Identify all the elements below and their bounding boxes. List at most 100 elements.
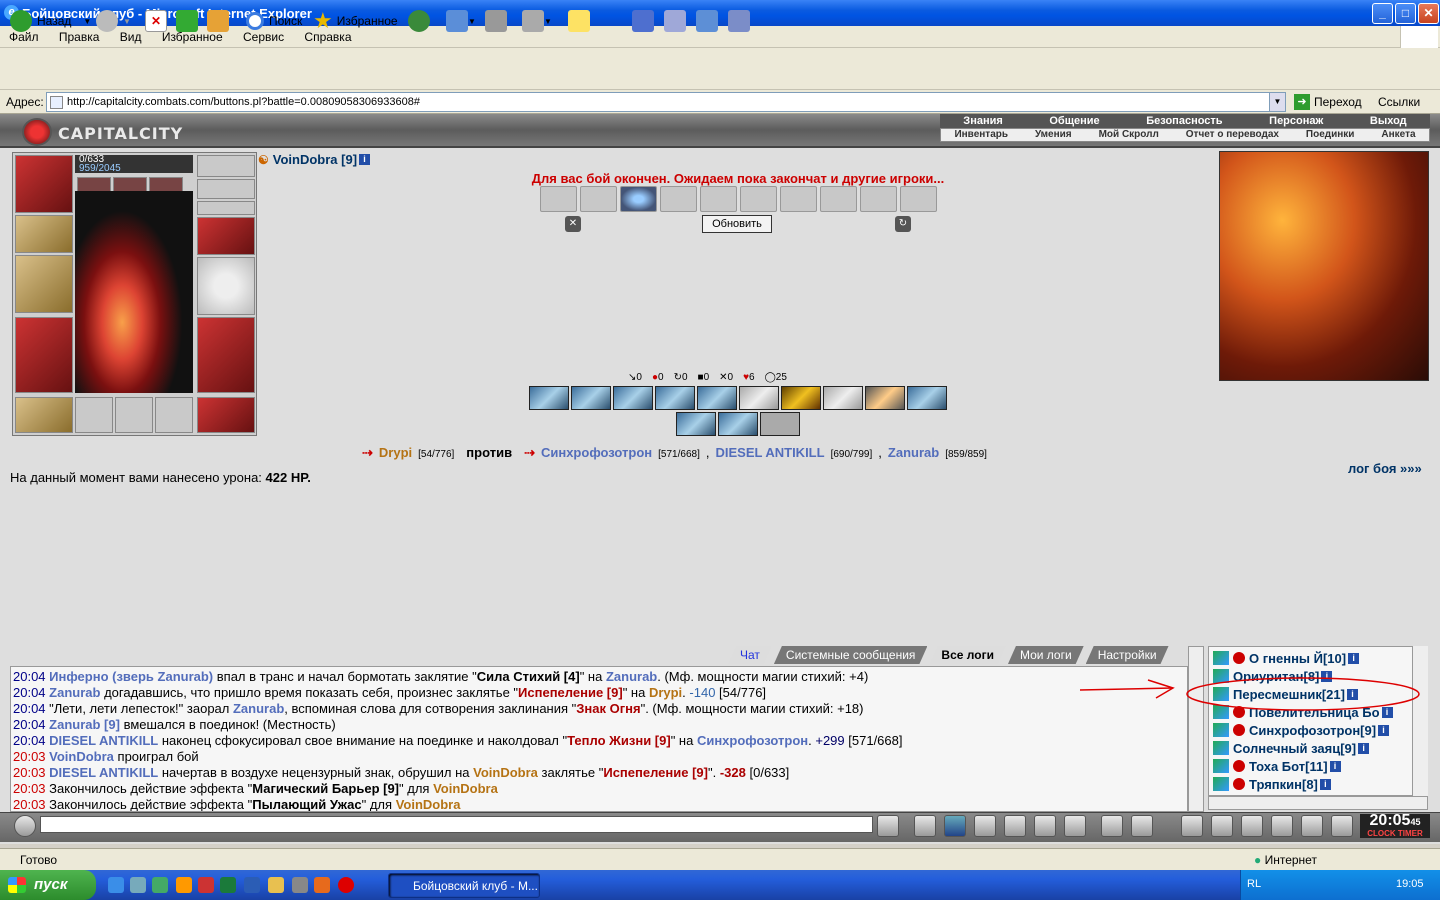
quicklaunch-opera-icon[interactable] <box>338 877 354 893</box>
nav-profile[interactable]: Анкета <box>1381 129 1415 141</box>
user-list-item[interactable]: Тряпкин[8] i <box>1213 775 1331 793</box>
info-icon[interactable]: i <box>1358 742 1370 754</box>
chat-player-name[interactable]: Drypi <box>649 685 682 700</box>
taskbar-item-fightclub[interactable]: Бойцовский клуб - M... <box>388 873 540 898</box>
exit-button[interactable] <box>1331 815 1353 837</box>
back-button[interactable]: Назад ▼ <box>10 9 91 33</box>
quicklaunch-icon-3[interactable] <box>152 877 168 893</box>
skill-3[interactable] <box>613 386 653 410</box>
quicklaunch-icon-4[interactable] <box>176 877 192 893</box>
search-button[interactable]: Поиск <box>246 9 302 33</box>
chat-option-button-2[interactable] <box>1004 815 1026 837</box>
nav-my-scroll[interactable]: Мой Скролл <box>1099 129 1159 141</box>
minimize-button[interactable]: _ <box>1372 3 1393 24</box>
skill-2[interactable] <box>571 386 611 410</box>
quicklaunch-excel-icon[interactable] <box>220 877 236 893</box>
history-button[interactable] <box>408 9 435 33</box>
info-icon[interactable]: i <box>1319 778 1331 790</box>
boots-slot[interactable] <box>197 397 255 433</box>
tool1-button[interactable] <box>632 9 654 33</box>
go-button[interactable]: ➜ Переход <box>1294 94 1362 110</box>
skill-5[interactable] <box>697 386 737 410</box>
chat-option-button-1[interactable] <box>974 815 996 837</box>
chat-option-button-5[interactable] <box>1131 815 1153 837</box>
private-message-icon[interactable] <box>1213 741 1229 755</box>
skill-8[interactable] <box>823 386 863 410</box>
info-icon[interactable]: i <box>359 154 371 165</box>
chat-player-name[interactable]: Zanurab [9] <box>49 717 120 732</box>
tab-settings[interactable]: Настройки <box>1086 646 1169 664</box>
links-button[interactable]: Ссылки <box>1378 95 1420 109</box>
tool2-button[interactable] <box>664 9 686 33</box>
filter-button[interactable] <box>944 815 966 837</box>
right-fighter-name[interactable]: Zanurab <box>888 445 939 460</box>
smiley-button[interactable] <box>1101 815 1123 837</box>
bracer-slot[interactable] <box>15 215 73 253</box>
user-list-hscrollbar[interactable] <box>1208 796 1428 810</box>
maximize-button[interactable]: □ <box>1395 3 1416 24</box>
private-message-icon[interactable] <box>1213 759 1229 773</box>
skill-7[interactable] <box>781 386 821 410</box>
tab-chat[interactable]: Чат <box>728 646 772 664</box>
quicklaunch-icon-9[interactable] <box>292 877 308 893</box>
battle-log-link[interactable]: лог боя »»» <box>1348 461 1422 476</box>
skill-4[interactable] <box>655 386 695 410</box>
quicklaunch-ie-icon[interactable] <box>108 877 124 893</box>
quicklaunch-icon-2[interactable] <box>130 877 146 893</box>
private-message-icon[interactable] <box>1213 651 1229 665</box>
earring-slot[interactable] <box>197 155 255 177</box>
quicklaunch-icon-8[interactable] <box>268 877 284 893</box>
shield-slot[interactable] <box>197 257 255 315</box>
language-indicator[interactable]: RL <box>1247 878 1261 890</box>
belt-slot[interactable] <box>15 397 73 433</box>
tab-system-messages[interactable]: Системные сообщения <box>774 646 928 664</box>
info-icon[interactable]: i <box>1378 724 1390 736</box>
notes-button[interactable] <box>568 9 590 33</box>
user-list-scrollbar[interactable] <box>1412 646 1428 796</box>
nav-transfers-report[interactable]: Отчет о переводах <box>1186 129 1279 141</box>
private-message-icon[interactable] <box>1213 777 1229 791</box>
start-button[interactable]: пуск <box>0 870 96 900</box>
nav-security[interactable]: Безопасность <box>1146 114 1222 128</box>
skill-10[interactable] <box>907 386 947 410</box>
address-input[interactable]: http://capitalcity.combats.com/buttons.p… <box>46 92 1286 112</box>
private-message-icon[interactable] <box>1213 723 1229 737</box>
chat-player-name[interactable]: Синхрофозотрон <box>697 733 808 748</box>
tool3-button[interactable] <box>696 9 718 33</box>
address-dropdown-icon[interactable]: ▼ <box>1269 93 1285 111</box>
edit-button[interactable]: ▼ <box>522 9 552 33</box>
chat-mode-icon[interactable] <box>14 815 36 837</box>
chat-player-name[interactable]: VoinDobra <box>49 749 114 764</box>
nav-exit[interactable]: Выход <box>1370 114 1407 128</box>
rings-slot[interactable] <box>197 201 255 215</box>
skill-1[interactable] <box>529 386 569 410</box>
player-name[interactable]: ☯ VoinDobra [9] i <box>258 152 371 167</box>
chat-player-name[interactable]: VoinDobra <box>473 765 538 780</box>
stop-button[interactable]: ✕ <box>145 9 167 33</box>
user-list-item[interactable]: Синхрофозотрон[9] i <box>1213 721 1390 739</box>
nav-communication[interactable]: Общение <box>1049 114 1099 128</box>
rune-slot-2[interactable] <box>115 397 153 433</box>
legs-slot[interactable] <box>197 317 255 393</box>
nav-skills[interactable]: Умения <box>1035 129 1072 141</box>
action-button-5[interactable] <box>1301 815 1323 837</box>
right-fighter-name[interactable]: Синхрофозотрон <box>541 445 652 460</box>
chat-player-name[interactable]: DIESEL ANTIKILL <box>49 765 158 780</box>
tab-all-logs[interactable]: Все логи <box>929 646 1006 664</box>
refresh-button[interactable] <box>176 9 198 33</box>
action-button-2[interactable] <box>1211 815 1233 837</box>
skill-9[interactable] <box>865 386 905 410</box>
gloves-slot[interactable] <box>197 217 255 255</box>
nav-character[interactable]: Персонаж <box>1269 114 1323 128</box>
chat-player-name[interactable]: Инферно (зверь Zanurab) <box>49 669 213 684</box>
chat-player-name[interactable]: Zanurab <box>233 701 284 716</box>
tab-my-logs[interactable]: Мои логи <box>1008 646 1084 664</box>
action-button-4[interactable] <box>1271 815 1293 837</box>
chat-player-name[interactable]: DIESEL ANTIKILL <box>49 733 158 748</box>
quicklaunch-firefox-icon[interactable] <box>314 877 330 893</box>
info-icon[interactable]: i <box>1329 760 1341 772</box>
action-button-3[interactable] <box>1241 815 1263 837</box>
home-button[interactable] <box>207 9 229 33</box>
mail-button[interactable]: ▼ <box>446 9 476 33</box>
skill-6[interactable] <box>739 386 779 410</box>
